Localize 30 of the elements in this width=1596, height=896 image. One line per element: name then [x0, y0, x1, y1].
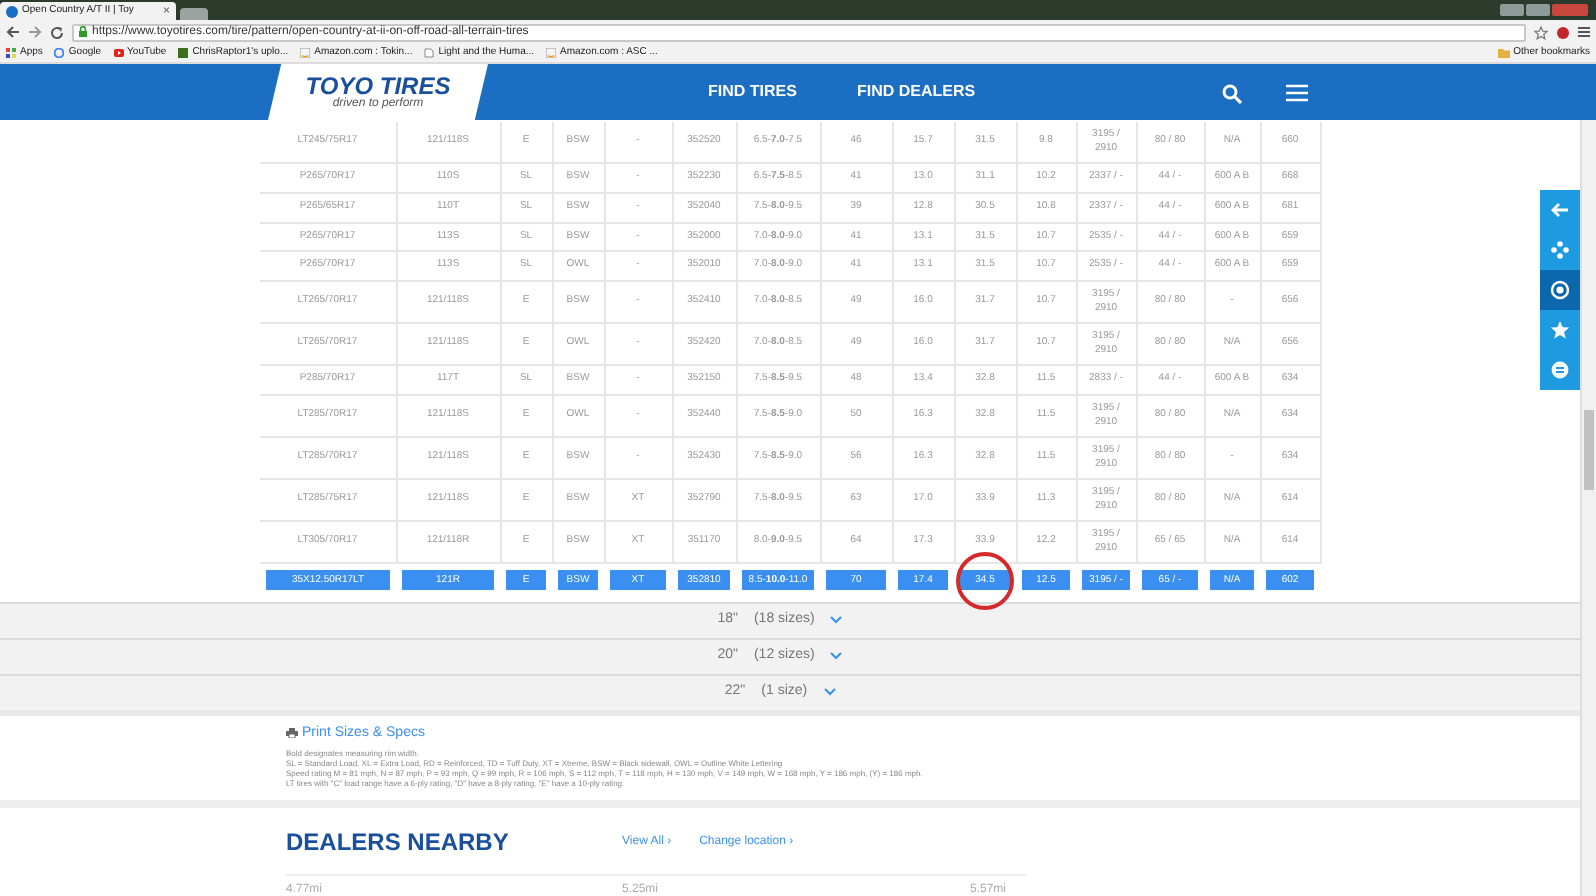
search-button[interactable] [1220, 82, 1244, 106]
nav-link[interactable]: FIND DEALERS [856, 80, 976, 104]
apps-grid-icon [6, 48, 16, 58]
chevron-down-icon [830, 652, 843, 661]
arrow-left-icon [1550, 200, 1570, 220]
back-icon [6, 26, 20, 38]
toolbar-button[interactable] [1540, 270, 1580, 310]
printer-icon [286, 728, 298, 739]
extension-icon [1556, 25, 1570, 39]
play-icon [113, 48, 124, 58]
folder-icon [1497, 48, 1510, 58]
favicon-icon [6, 5, 18, 17]
chevron-down-icon [823, 688, 836, 697]
star-icon [1534, 25, 1548, 39]
section-heading: DEALERS NEARBY [286, 826, 511, 861]
lock-icon [78, 26, 88, 38]
reload-icon [50, 25, 64, 39]
square-icon [178, 48, 189, 58]
page-icon [424, 48, 435, 58]
menu-button[interactable] [1284, 80, 1310, 104]
menu-icon [1578, 26, 1590, 38]
target-icon [1550, 280, 1570, 300]
diamond-dots-icon [1550, 240, 1570, 260]
scrollbar-thumb[interactable] [1584, 410, 1594, 490]
nav-link[interactable]: FIND TIRES [708, 80, 797, 104]
menu-icon [1286, 83, 1308, 101]
forward-icon [28, 26, 42, 38]
search-icon [1222, 84, 1242, 104]
chevron-down-icon [830, 616, 843, 625]
star-icon [1550, 320, 1570, 340]
